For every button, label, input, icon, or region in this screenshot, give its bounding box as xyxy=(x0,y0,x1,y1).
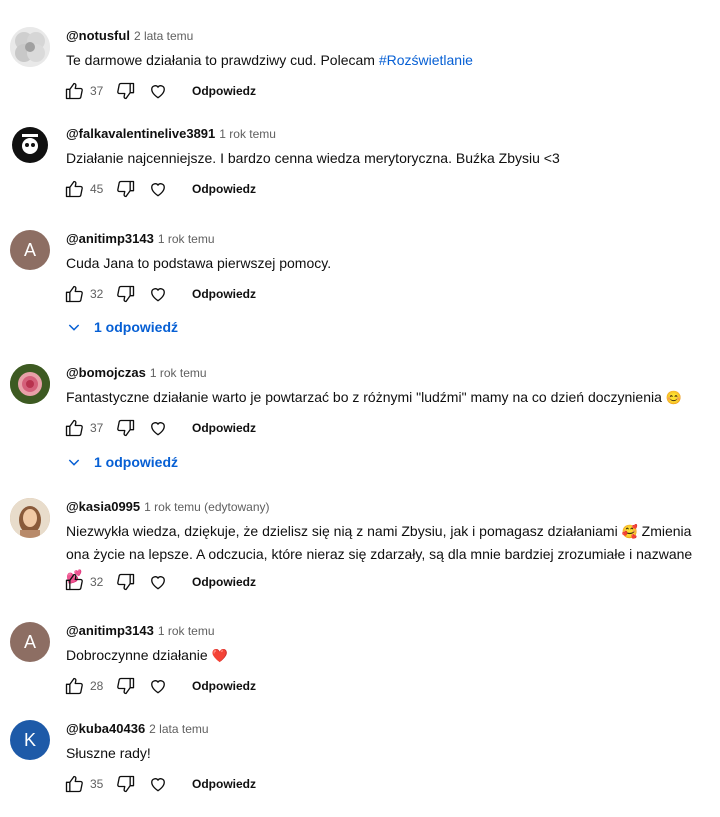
chevron-down-icon xyxy=(68,459,80,466)
comment-text-body: Te darmowe działania to prawdziwy cud. P… xyxy=(66,52,379,68)
dislike-icon[interactable] xyxy=(114,79,138,103)
comment-text: Fantastyczne działanie warto je powtarza… xyxy=(66,386,706,409)
avatar-letter: K xyxy=(23,729,36,750)
like-count: 37 xyxy=(90,84,104,98)
heart-icon[interactable] xyxy=(146,177,170,201)
replies-label: 1 odpowiedź xyxy=(94,319,178,335)
comment-actions: 32 Odpowiedz xyxy=(62,570,256,594)
avatar[interactable]: K xyxy=(10,720,50,760)
like-icon[interactable] xyxy=(62,772,86,796)
hashtag-link[interactable]: #Rozświetlanie xyxy=(379,52,473,68)
like-count: 32 xyxy=(90,287,104,301)
comment-time[interactable]: 1 rok temu (edytowany) xyxy=(144,500,269,514)
comment-text: Cuda Jana to podstawa pierwszej pomocy. xyxy=(66,255,332,271)
avatar[interactable]: A xyxy=(10,230,50,270)
avatar[interactable]: A xyxy=(10,622,50,662)
heart-icon[interactable] xyxy=(146,772,170,796)
reply-button[interactable]: Odpowiedz xyxy=(192,679,256,693)
person-avatar-icon xyxy=(10,498,50,538)
heart-icon[interactable] xyxy=(146,416,170,440)
reply-button[interactable]: Odpowiedz xyxy=(192,575,256,589)
comment-time[interactable]: 1 rok temu xyxy=(158,232,215,246)
comment-text-body: Fantastyczne działanie warto je powtarza… xyxy=(66,389,666,405)
chevron-down-icon xyxy=(68,324,80,331)
reply-button[interactable]: Odpowiedz xyxy=(192,182,256,196)
avatar[interactable] xyxy=(10,498,50,538)
comment-actions: 35 Odpowiedz xyxy=(62,772,256,796)
comment-author[interactable]: @kasia0995 xyxy=(66,499,140,514)
like-icon[interactable] xyxy=(62,282,86,306)
comment-actions: 32 Odpowiedz xyxy=(62,282,256,306)
comment-text: Dobroczynne działanie ❤️ xyxy=(66,644,706,667)
like-count: 45 xyxy=(90,182,104,196)
comment-actions: 37 Odpowiedz xyxy=(62,79,256,103)
heart-icon[interactable] xyxy=(146,282,170,306)
smile-emoji: 😊 xyxy=(665,390,682,405)
dislike-icon[interactable] xyxy=(114,772,138,796)
comment-actions: 45 Odpowiedz xyxy=(62,177,256,201)
reply-button[interactable]: Odpowiedz xyxy=(192,421,256,435)
comment-author[interactable]: @kuba40436 xyxy=(66,721,145,736)
comment-text-body: Niezwykła wiedza, dziękuje, że dzielisz … xyxy=(66,523,622,539)
comment-time[interactable]: 2 lata temu xyxy=(149,722,208,736)
comment-author[interactable]: @anitimp3143 xyxy=(66,231,154,246)
comment-author[interactable]: @anitimp3143 xyxy=(66,623,154,638)
reply-button[interactable]: Odpowiedz xyxy=(192,777,256,791)
dislike-icon[interactable] xyxy=(114,416,138,440)
like-count: 32 xyxy=(90,575,104,589)
flower-avatar-icon xyxy=(10,27,50,67)
avatar[interactable] xyxy=(10,125,50,165)
like-icon[interactable] xyxy=(62,570,86,594)
heart-icon[interactable] xyxy=(146,674,170,698)
like-icon[interactable] xyxy=(62,416,86,440)
comment-actions: 37 Odpowiedz xyxy=(62,416,256,440)
smiling-hearts-emoji: 🥰 xyxy=(621,524,638,539)
like-icon[interactable] xyxy=(62,674,86,698)
comment-author[interactable]: @bomojczas xyxy=(66,365,146,380)
avatar-letter: A xyxy=(23,239,36,260)
comment-text-body: Dobroczynne działanie xyxy=(66,647,212,663)
avatar-letter: A xyxy=(23,631,36,652)
like-icon[interactable] xyxy=(62,177,86,201)
comment-text: Działanie najcenniejsze. I bardzo cenna … xyxy=(66,150,560,166)
avatar[interactable] xyxy=(10,27,50,67)
dislike-icon[interactable] xyxy=(114,177,138,201)
dislike-icon[interactable] xyxy=(114,282,138,306)
comment-author[interactable]: @falkavalentinelive3891 xyxy=(66,126,215,141)
comment-actions: 28 Odpowiedz xyxy=(62,674,256,698)
heart-icon[interactable] xyxy=(146,570,170,594)
reply-button[interactable]: Odpowiedz xyxy=(192,287,256,301)
logo-avatar-icon xyxy=(12,127,48,163)
comment-text: Słuszne rady! xyxy=(66,745,151,761)
view-replies-button[interactable]: 1 odpowiedź xyxy=(66,319,178,335)
heart-icon[interactable] xyxy=(146,79,170,103)
comment-time[interactable]: 2 lata temu xyxy=(134,29,193,43)
dislike-icon[interactable] xyxy=(114,570,138,594)
comment-time[interactable]: 1 rok temu xyxy=(158,624,215,638)
like-count: 37 xyxy=(90,421,104,435)
like-icon[interactable] xyxy=(62,79,86,103)
reply-button[interactable]: Odpowiedz xyxy=(192,84,256,98)
dislike-icon[interactable] xyxy=(114,674,138,698)
red-heart-emoji: ❤️ xyxy=(211,648,228,663)
like-count: 28 xyxy=(90,679,104,693)
like-count: 35 xyxy=(90,777,104,791)
comment-time[interactable]: 1 rok temu xyxy=(150,366,207,380)
avatar[interactable] xyxy=(10,364,50,404)
comment-author[interactable]: @notusful xyxy=(66,28,130,43)
view-replies-button[interactable]: 1 odpowiedź xyxy=(66,454,178,470)
comment-text: Te darmowe działania to prawdziwy cud. P… xyxy=(66,49,706,71)
rose-avatar-icon xyxy=(10,364,50,404)
replies-label: 1 odpowiedź xyxy=(94,454,178,470)
comment-time[interactable]: 1 rok temu xyxy=(219,127,276,141)
